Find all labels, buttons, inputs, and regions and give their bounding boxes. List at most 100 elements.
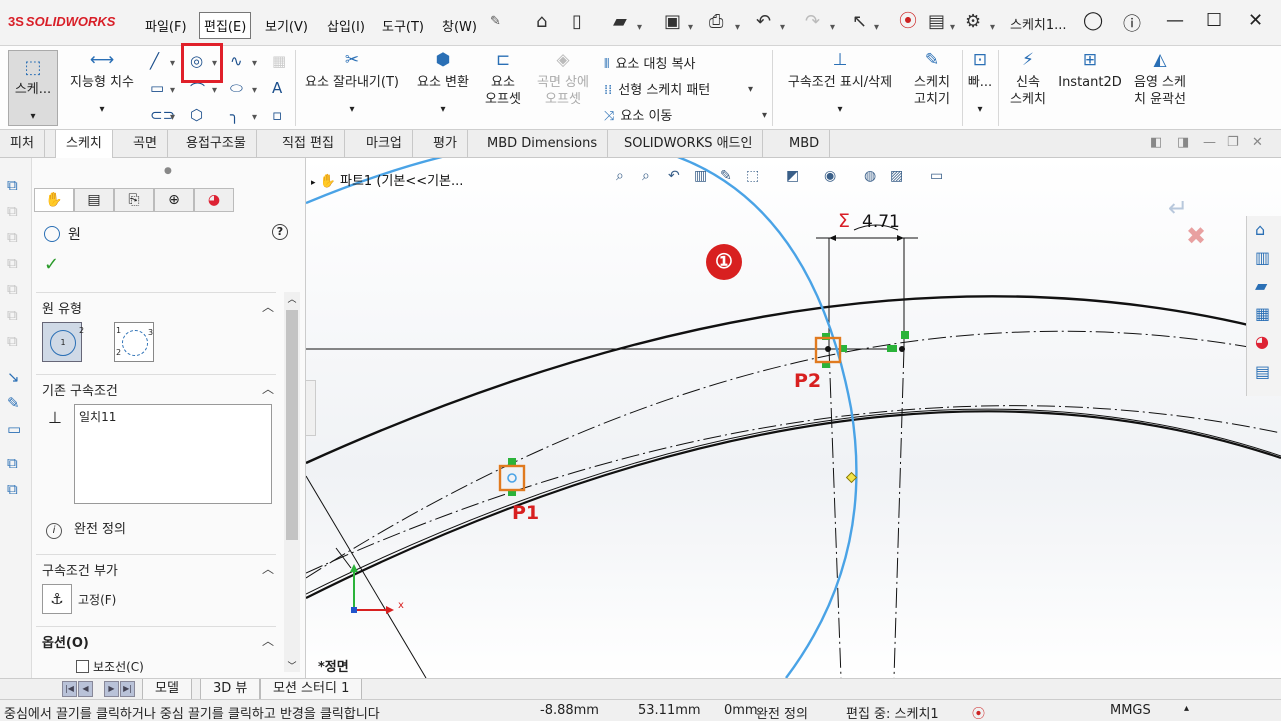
relations-dropdown-icon[interactable]: ▾ [776,101,904,118]
section-existing-relations[interactable]: 기존 구속조건 [42,380,118,399]
cancel-sketch-icon[interactable]: ✖ [1186,222,1206,250]
rectangle-dropdown-icon[interactable]: ▾ [170,85,175,96]
repair-sketch-button[interactable]: ✎ 스케치 고치기 [906,52,958,108]
tab-mbd-dimensions[interactable]: MBD Dimensions [477,130,609,158]
minimize-doc-icon[interactable]: — [1203,135,1216,150]
point-tool-icon[interactable]: ▫ [272,106,282,124]
tab-model[interactable]: 모델 [142,679,192,700]
select-dropdown-icon[interactable]: ▾ [874,18,879,38]
options-dropdown-icon[interactable]: ▾ [990,18,995,38]
appearances-icon[interactable]: ◕ [1255,332,1269,351]
save-dropdown-icon[interactable]: ▾ [688,18,693,38]
left-toolbar-edit-sketch-icon[interactable]: ✎ [7,394,20,412]
display-style-icon[interactable]: ◩ [786,168,799,184]
scene-icon[interactable]: ▨ [890,168,903,184]
select-arrow-icon[interactable]: ↖ [852,12,867,32]
smart-dimension-dropdown-icon[interactable]: ▾ [62,101,142,118]
graphics-area[interactable]: ▸ ✋ 파트1 (기본<<기본... ⌕ ⌕ ↶ ▥ ✎ ⬚ ◩ ◉ ◍ ▨ ▭… [306,158,1281,678]
linear-pattern-dropdown-icon[interactable]: ▾ [748,84,753,95]
left-toolbar-sketch-icon[interactable]: ↘ [7,368,20,386]
collapse-chevron-icon[interactable]: ︿ [262,298,274,315]
section-options[interactable]: 옵션(O) [42,632,89,651]
display-delete-relations-button[interactable]: ⊥ 구속조건 표시/삭제 ▾ [776,52,904,118]
view-palette-icon[interactable]: ▦ [1255,304,1270,323]
pitch-centerline-arc[interactable] [306,330,1281,579]
edit-appearance-icon[interactable]: ◍ [864,168,876,184]
last-tab-icon[interactable]: ▶| [120,681,135,697]
section-add-relations[interactable]: 구속조건 부가 [42,560,118,579]
plane-tool-icon[interactable]: ▦ [272,52,286,70]
configuration-manager-tab[interactable]: ⎘ [114,188,154,212]
confirm-sketch-icon[interactable]: ↵ [1168,194,1206,222]
scroll-up-icon[interactable]: ︿ [284,292,300,305]
pin-icon[interactable]: ✎ [490,14,501,29]
zoom-to-fit-icon[interactable]: ⌕ [616,168,624,184]
tab-mbd[interactable]: MBD [779,130,831,158]
sketch-canvas[interactable] [306,158,1281,678]
feature-breadcrumb[interactable]: ▸ ✋ 파트1 (기본<<기본... [311,170,463,189]
print-icon[interactable]: ⎙ [709,12,723,32]
first-tab-icon[interactable]: |◀ [62,681,77,697]
scroll-thumb[interactable] [286,310,298,540]
inner-arc-offset[interactable] [306,408,1281,595]
save-icon[interactable]: ▣ [664,12,681,32]
left-toolbar-view-icon[interactable]: ⧉ [7,202,18,220]
tab-markup[interactable]: 마크업 [356,130,413,158]
undo-icon[interactable]: ↶ [756,12,771,32]
previous-view-icon[interactable]: ↶ [668,168,680,184]
polygon-tool-icon[interactable]: ⬡ [190,106,203,124]
redo-dropdown-icon[interactable]: ▾ [830,18,835,38]
center-circle-button[interactable]: 12 [42,322,84,362]
close-icon[interactable]: ✕ [1248,10,1263,31]
left-toolbar-copy-icon[interactable]: ⧉ [7,454,18,472]
dimxpert-manager-tab[interactable]: ⊕ [154,188,194,212]
checkbox-box[interactable] [76,660,89,673]
left-toolbar-display-icon[interactable]: ▭ [7,420,21,438]
left-toolbar-view-icon[interactable]: ⧉ [7,306,18,324]
dimension-value[interactable]: 4.71 [862,212,900,232]
offset-on-surface-button[interactable]: ◈ 곡면 상에 오프셋 [530,52,596,108]
account-icon[interactable]: ◯ [1083,10,1103,31]
print-dropdown-icon[interactable]: ▾ [735,18,740,38]
perimeter-circle-button[interactable]: 123 [114,322,154,362]
dynamic-annotation-icon[interactable]: ✎ [720,168,732,184]
tab-features[interactable]: 피처 [0,130,45,158]
property-manager-tab[interactable]: ▤ [74,188,114,212]
move-dropdown-icon[interactable]: ▾ [762,110,767,121]
menu-edit[interactable]: 편집(E) [199,12,252,39]
smart-dimension-button[interactable]: ⟷ 지능형 치수 ▾ [62,52,142,118]
endpoint[interactable] [899,346,905,352]
next-tab-icon[interactable]: ▶ [104,681,119,697]
unit-system-dropdown-icon[interactable]: ▴ [1184,703,1189,714]
feature-manager-tab[interactable]: ✋ [34,188,74,212]
collapse-chevron-icon[interactable]: ︿ [262,560,274,577]
left-toolbar-view-icon[interactable]: ⧉ [7,228,18,246]
inner-arc[interactable] [306,410,1281,599]
line-dropdown-icon[interactable]: ▾ [170,58,175,69]
offset-entities-button[interactable]: ⊏ 요소 오프셋 [480,52,526,108]
tab-direct-editing[interactable]: 직접 편집 [272,130,345,158]
shaded-sketch-contours-button[interactable]: ◭ 음영 스케 치 윤곽선 [1126,52,1194,108]
list-item[interactable]: 일치11 [79,408,267,425]
open-dropdown-icon[interactable]: ▾ [637,18,642,38]
display-manager-tab[interactable]: ◕ [194,188,234,212]
rapid-sketch-button[interactable]: ⚡ 신속 스케치 [1002,52,1054,108]
left-toolbar-view-icon[interactable]: ⧉ [7,254,18,272]
ellipse-dropdown-icon[interactable]: ▾ [252,85,257,96]
sketch-button[interactable]: ⬚ 스케... ▾ [8,50,58,126]
fillet-dropdown-icon[interactable]: ▾ [252,112,257,123]
text-tool-icon[interactable]: A [272,79,282,97]
menu-window[interactable]: 창(W) [438,14,481,37]
undo-dropdown-icon[interactable]: ▾ [780,18,785,38]
mirror-entities-button[interactable]: ⫴ 요소 대칭 복사 [604,53,696,72]
arc-dropdown-icon[interactable]: ▾ [212,85,217,96]
menu-view[interactable]: 보기(V) [261,14,312,37]
restore-panel-icon[interactable]: ◧ [1150,135,1162,150]
left-toolbar-view-icon[interactable]: ⧉ [7,280,18,298]
section-circle-type[interactable]: 원 유형 [42,298,82,317]
view-settings-icon[interactable]: ▭ [930,168,943,184]
panel-collapse-handle[interactable] [306,380,316,436]
circle-midpoint-handle[interactable] [845,471,858,484]
tab-solidworks-addins[interactable]: SOLIDWORKS 애드인 [614,130,764,158]
unit-system[interactable]: MMGS [1110,703,1151,718]
